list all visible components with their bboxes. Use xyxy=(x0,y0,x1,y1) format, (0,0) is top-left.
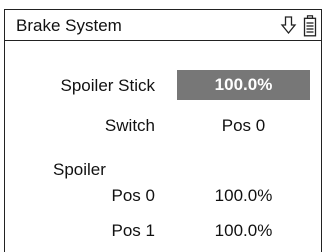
arrow-down-outline-icon[interactable] xyxy=(280,15,297,40)
battery-icon xyxy=(303,15,317,42)
spoiler-pos-1-label: Pos 1 xyxy=(111,221,155,240)
title-bar: Brake System xyxy=(5,10,321,41)
spoiler-stick-label: Spoiler Stick xyxy=(60,76,155,95)
spoiler-heading: Spoiler xyxy=(53,160,106,179)
spoiler-pos-0-label: Pos 0 xyxy=(111,186,155,205)
brake-system-panel: Brake System Spoiler Stick 100.0% Switch… xyxy=(4,9,322,252)
switch-label: Switch xyxy=(104,116,155,135)
spoiler-pos-0-value[interactable]: 100.0% xyxy=(177,186,310,206)
switch-value[interactable]: Pos 0 xyxy=(177,116,310,136)
spoiler-stick-value[interactable]: 100.0% xyxy=(177,70,310,100)
window-title: Brake System xyxy=(16,16,122,35)
spoiler-pos-1-value[interactable]: 100.0% xyxy=(177,221,310,241)
